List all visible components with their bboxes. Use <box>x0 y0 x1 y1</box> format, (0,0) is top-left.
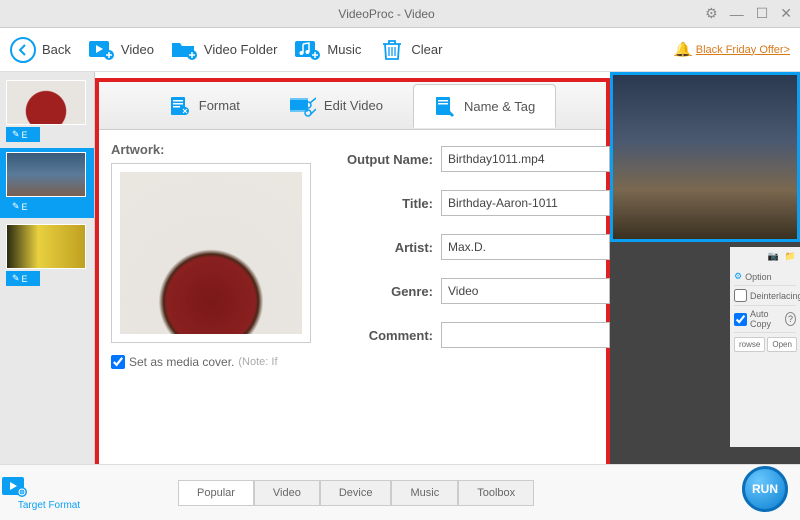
open-button[interactable]: Open <box>767 337 797 352</box>
thumbnail-image <box>6 224 86 269</box>
artwork-image <box>120 172 302 334</box>
format-icon <box>169 95 191 117</box>
title-input[interactable] <box>441 190 610 216</box>
artwork-label: Artwork: <box>111 142 311 157</box>
add-music-button[interactable]: Music <box>295 37 361 63</box>
genre-label: Genre: <box>321 284 441 299</box>
preview-column: 📷 📁 ⚙ Option Deinterlacing Auto Copy ? r… <box>610 72 800 492</box>
panel-tabs: Format Edit Video Name & Tag <box>99 82 606 130</box>
help-icon[interactable]: ? <box>785 312 796 326</box>
edit-thumb-button[interactable]: ✎ E <box>6 199 40 214</box>
artist-input[interactable] <box>441 234 610 260</box>
video-plus-icon <box>89 37 115 63</box>
window-controls: ⚙ — ☐ ✕ <box>705 5 792 22</box>
comment-input[interactable] <box>441 322 610 348</box>
music-plus-icon <box>295 37 321 63</box>
back-button[interactable]: Back <box>10 37 71 63</box>
video-thumb-3[interactable]: ✎ E <box>0 220 94 290</box>
trash-icon <box>379 37 405 63</box>
bell-icon: 🔔 <box>674 41 691 58</box>
camera-icon[interactable]: 📷 <box>768 251 779 262</box>
auto-copy-option[interactable]: Auto Copy ? <box>734 306 796 333</box>
main-toolbar: Back Video Video Folder Music Clear 🔔 Bl… <box>0 28 800 72</box>
comment-label: Comment: <box>321 328 441 343</box>
target-format-icon <box>0 474 98 500</box>
run-button[interactable]: RUN <box>742 466 788 512</box>
folder-icon[interactable]: 📁 <box>785 251 796 262</box>
promo-link[interactable]: 🔔 Black Friday Offer> <box>674 41 790 58</box>
maximize-icon[interactable]: ☐ <box>756 5 769 22</box>
add-video-button[interactable]: Video <box>89 37 154 63</box>
format-tab-toolbox[interactable]: Toolbox <box>458 480 534 506</box>
media-cover-checkbox[interactable] <box>111 355 125 369</box>
highlight-box: Format Edit Video Name & Tag Ar <box>95 78 610 492</box>
app-title: VideoProc - Video <box>68 7 705 21</box>
clear-button[interactable]: Clear <box>379 37 442 63</box>
name-tag-icon <box>434 95 456 117</box>
metadata-fields: Output Name: Title: Artist: Genre: <box>321 142 610 369</box>
browse-button[interactable]: rowse <box>734 337 765 352</box>
format-tab-device[interactable]: Device <box>320 480 392 506</box>
artwork-column: Artwork: Set as media cover. (Note: If <box>111 142 311 369</box>
bottom-bar: Target Format Popular Video Device Music… <box>0 464 800 520</box>
deinterlacing-option[interactable]: Deinterlacing <box>734 286 796 306</box>
settings-icon[interactable]: ⚙ <box>705 5 718 22</box>
back-arrow-icon <box>10 37 36 63</box>
target-format-button[interactable]: Target Format <box>0 474 98 511</box>
thumbnail-image <box>6 80 86 125</box>
edit-thumb-button[interactable]: ✎ E <box>6 271 40 286</box>
edit-video-icon <box>290 95 316 117</box>
genre-input[interactable] <box>441 278 610 304</box>
media-cover-label: Set as media cover. <box>129 355 234 369</box>
tab-name-tag[interactable]: Name & Tag <box>413 84 556 128</box>
video-thumb-2[interactable]: ✎ E <box>0 148 94 218</box>
tab-format[interactable]: Format <box>149 85 260 127</box>
media-cover-note: (Note: If <box>238 356 277 368</box>
video-thumb-1[interactable]: ✎ E <box>0 76 94 146</box>
title-label: Title: <box>321 196 441 211</box>
content-area: ⟳ 2.mp4 Video1: h264, 960x720, 00:00:23 … <box>95 72 610 492</box>
add-video-folder-button[interactable]: Video Folder <box>172 37 277 63</box>
format-tab-video[interactable]: Video <box>254 480 320 506</box>
titlebar: VideoProc - Video ⚙ — ☐ ✕ <box>0 0 800 28</box>
folder-plus-icon <box>172 37 198 63</box>
tab-edit-video[interactable]: Edit Video <box>270 85 403 127</box>
name-tag-panel: Artwork: Set as media cover. (Note: If O… <box>99 130 606 381</box>
media-cover-row: Set as media cover. (Note: If <box>111 355 311 369</box>
output-name-input[interactable] <box>441 146 610 172</box>
format-tab-popular[interactable]: Popular <box>178 480 254 506</box>
artwork-preview[interactable] <box>111 163 311 343</box>
artist-label: Artist: <box>321 240 441 255</box>
output-options: 📷 📁 ⚙ Option Deinterlacing Auto Copy ? r… <box>730 247 800 447</box>
video-preview[interactable] <box>610 72 800 242</box>
minimize-icon[interactable]: — <box>730 6 744 22</box>
close-icon[interactable]: ✕ <box>780 5 792 22</box>
edit-thumb-button[interactable]: ✎ E <box>6 127 40 142</box>
format-tab-music[interactable]: Music <box>391 480 458 506</box>
option-button[interactable]: ⚙ Option <box>734 268 796 286</box>
video-list-sidebar: ✎ E ✎ E ✎ E <box>0 72 95 492</box>
output-name-label: Output Name: <box>321 152 441 167</box>
format-tabs: Popular Video Device Music Toolbox <box>178 480 534 506</box>
thumbnail-image <box>6 152 86 197</box>
main-area: ✎ E ✎ E ✎ E ⟳ 2.mp4 Video1: h264, 960x72… <box>0 72 800 492</box>
